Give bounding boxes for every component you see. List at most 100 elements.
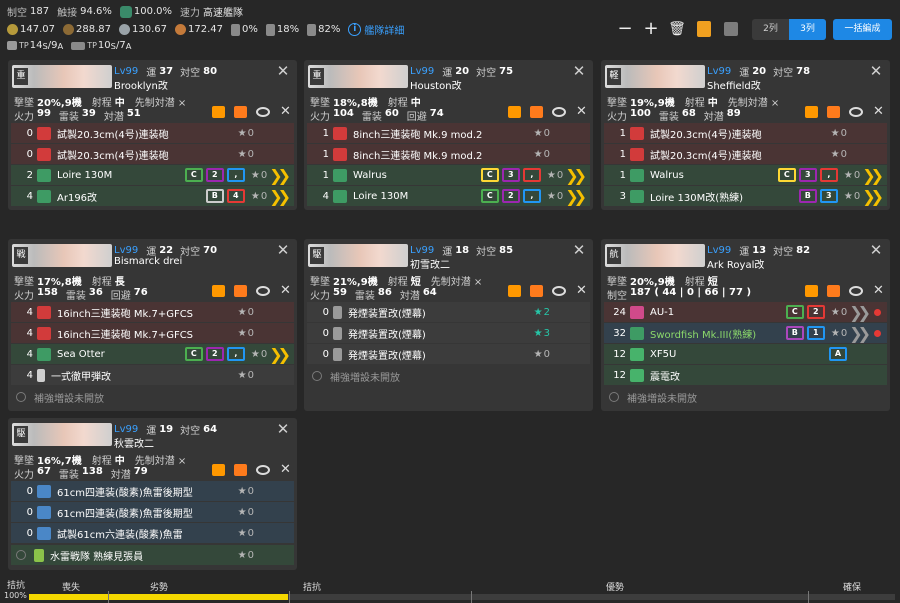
ex-slot[interactable]: 補強増設未開放 [11,208,294,210]
clear-equipment-icon[interactable]: ✕ [279,105,292,118]
eye-icon[interactable] [849,286,863,296]
equipment-slot[interactable]: 0 試製20.3cm(4号)連装砲 ★ 0 [11,123,294,143]
clear-equipment-icon[interactable]: ✕ [575,105,588,118]
equipment-slot[interactable]: 0 試製20.3cm(4号)連装砲 ★ 0 [11,144,294,164]
clear-equipment-icon[interactable]: ✕ [872,284,885,297]
eye-icon[interactable] [256,465,270,475]
ex-slot[interactable]: 補強増設未開放 [11,387,294,407]
remove-ship-button[interactable]: ✕ [275,63,291,79]
briefcase-icon[interactable] [827,285,840,297]
ex-slot[interactable]: 補強増設未開放 [604,387,887,407]
ship-banner[interactable]: 重 [12,65,112,88]
clipboard-icon[interactable] [693,18,715,40]
clear-equipment-icon[interactable]: ✕ [279,284,292,297]
equipment-slot[interactable]: 0 61cm四連装(酸素)魚雷後期型 ★ 0 [11,502,294,522]
remove-ship-button[interactable]: ✕ [868,63,884,79]
trash-icon[interactable]: 🗑 [666,18,688,40]
equipment-slot[interactable]: 1 試製20.3cm(4号)連装砲 ★ 0 [604,123,887,143]
equipment-slot[interactable]: 32 Swordfish Mk.III(熟練) B 1 ★ 0 ❯❯ [604,323,887,343]
briefcase-icon[interactable] [234,106,247,118]
col3-button[interactable]: 3列 [789,19,826,40]
ship-card[interactable]: 軽 Lv99 運 20 対空 78 Sheffield改 ✕ 撃墜 19%,9機 射程中先制対潜 ×… [601,60,890,210]
supply-box-icon[interactable] [212,285,225,297]
remove-ship-button[interactable]: ✕ [571,242,587,258]
ex-slot[interactable]: 補強増設未開放 [307,208,590,210]
fleet-detail-link[interactable]: i 艦隊詳細 [348,22,404,37]
eye-icon[interactable] [552,107,566,117]
supply-box-icon[interactable] [805,106,818,118]
ship-name[interactable]: Brooklyn改 [114,77,168,92]
equipment-slot[interactable]: 4 Sea Otter C 2, ★ 0 ❯❯ [11,344,294,364]
equipment-slot[interactable]: 0 発煙装置改(煙幕) ★ 3 [307,323,590,343]
ship-card[interactable]: 駆 Lv99 運 19 対空 64 秋雲改二 ✕ 撃墜 16%,7機 射程中先制対潜 × 火力 67 雷装… [8,418,297,570]
briefcase-icon[interactable] [530,106,543,118]
ship-card[interactable]: 戦 Lv99 運 22 対空 70 Bismarck drei ✕ 撃墜 17%,8機 射程長火力 1… [8,239,297,411]
clear-equipment-icon[interactable]: ✕ [872,105,885,118]
remove-ship-button[interactable]: ✕ [275,242,291,258]
plus-button[interactable]: + [640,18,662,40]
ship-banner[interactable]: 軽 [605,65,705,88]
equipment-slot[interactable]: 1 8inch三連装砲 Mk.9 mod.2 ★ 0 [307,123,590,143]
equipment-slot[interactable]: 4 Ar196改 B 4 ★ 0 ❯❯ [11,186,294,206]
col2-button[interactable]: 2列 [752,19,789,40]
minus-button[interactable]: − [614,18,636,40]
equipment-slot[interactable]: 0 発煙装置改(煙幕) ★ 2 [307,302,590,322]
eye-icon[interactable] [256,107,270,117]
ex-slot[interactable]: 水雷戦隊 熟練見張員 ★ 0 [11,545,294,565]
ex-slot[interactable]: 補強増設未開放 [307,366,590,386]
bulk-edit-button[interactable]: 一括編成 [833,19,892,40]
equipment-slot[interactable]: 1 Walrus C 3, ★ 0 ❯❯ [604,165,887,185]
ship-name[interactable]: 初雪改二 [410,256,450,271]
cards-icon[interactable] [720,18,742,40]
eye-icon[interactable] [849,107,863,117]
ship-name[interactable]: Bismarck drei [114,256,182,267]
clear-equipment-icon[interactable]: ✕ [279,463,292,476]
ship-banner[interactable]: 駆 [308,244,408,267]
equipment-slot[interactable]: 0 発煙装置改(煙幕) ★ 0 [307,344,590,364]
ship-name[interactable]: Sheffield改 [707,77,761,92]
ship-card[interactable]: 航 Lv99 運 13 対空 82 Ark Royal改 ✕ 撃墜 20%,9機 射程短制空 187 … [601,239,890,411]
supply-box-icon[interactable] [508,285,521,297]
equipment-slot[interactable]: 2 Loire 130M C 2, ★ 0 ❯❯ [11,165,294,185]
ship-banner[interactable]: 重 [308,65,408,88]
briefcase-icon[interactable] [234,464,247,476]
ship-name[interactable]: Ark Royal改 [707,256,764,271]
ex-slot[interactable]: 補強増設未開放 [604,208,887,210]
remove-ship-button[interactable]: ✕ [868,242,884,258]
star-icon: ★ [533,306,543,318]
eye-icon[interactable] [256,286,270,296]
supply-box-icon[interactable] [212,106,225,118]
equipment-slot[interactable]: 1 試製20.3cm(4号)連装砲 ★ 0 [604,144,887,164]
equipment-slot[interactable]: 4 Loire 130M C 2, ★ 0 ❯❯ [307,186,590,206]
briefcase-icon[interactable] [234,285,247,297]
ship-card[interactable]: 駆 Lv99 運 18 対空 85 初雪改二 ✕ 撃墜 21%,9機 射程短先制対潜 × 火力 59 雷装… [304,239,593,411]
equipment-slot[interactable]: 0 61cm四連装(酸素)魚雷後期型 ★ 0 [11,481,294,501]
ship-card[interactable]: 重 Lv99 運 37 対空 80 Brooklyn改 ✕ 撃墜 20%,9機 射程中先制対潜 × 火… [8,60,297,210]
clear-equipment-icon[interactable]: ✕ [575,284,588,297]
equipment-slot[interactable]: 4 一式徹甲弾改 ★ 0 [11,365,294,385]
equipment-slot[interactable]: 4 16inch三連装砲 Mk.7+GFCS ★ 0 [11,323,294,343]
equipment-slot[interactable]: 1 Walrus C 3, ★ 0 ❯❯ [307,165,590,185]
ship-name[interactable]: 秋雲改二 [114,435,154,450]
remove-ship-button[interactable]: ✕ [275,421,291,437]
equipment-slot[interactable]: 12 XF5U A [604,344,887,364]
equipment-slot[interactable]: 0 試製61cm六連装(酸素)魚雷 ★ 0 [11,523,294,543]
ship-card[interactable]: 重 Lv99 運 20 対空 75 Houston改 ✕ 撃墜 18%,8機 射程中火力 104 雷装 6… [304,60,593,210]
eye-icon[interactable] [552,286,566,296]
ship-banner[interactable]: 駆 [12,423,112,446]
supply-box-icon[interactable] [805,285,818,297]
equipment-slot[interactable]: 1 8inch三連装砲 Mk.9 mod.2 ★ 0 [307,144,590,164]
equipment-slot[interactable]: 24 AU-1 C 2 ★ 0 ❯❯ [604,302,887,322]
remove-ship-button[interactable]: ✕ [571,63,587,79]
briefcase-icon[interactable] [530,285,543,297]
equipment-slot[interactable]: 4 16inch三連装砲 Mk.7+GFCS ★ 0 [11,302,294,322]
ship-name[interactable]: Houston改 [410,77,462,92]
equipment-slot[interactable]: 3 Loire 130M改(熟練) B 3 ★ 0 ❯❯ [604,186,887,206]
briefcase-icon[interactable] [827,106,840,118]
ship-banner[interactable]: 航 [605,244,705,267]
supply-box-icon[interactable] [508,106,521,118]
slot-count: 1 [619,169,626,181]
supply-box-icon[interactable] [212,464,225,476]
ship-banner[interactable]: 戦 [12,244,112,267]
equipment-slot[interactable]: 12 震電改 [604,365,887,385]
